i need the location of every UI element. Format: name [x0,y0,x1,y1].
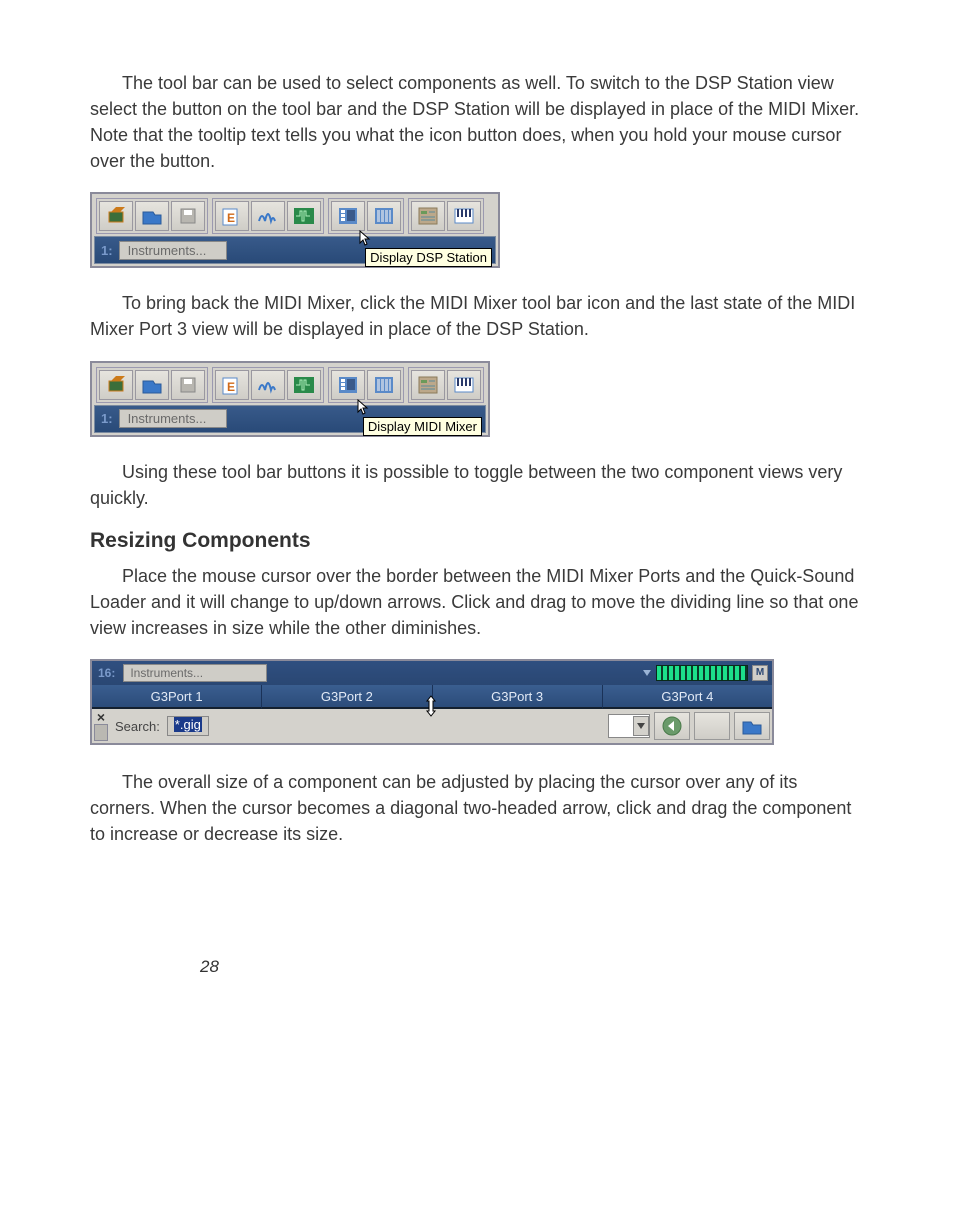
svg-text:E: E [227,380,235,394]
heading-resizing: Resizing Components [90,529,864,553]
tb-btn-editor[interactable]: E [215,201,249,231]
tb-btn-piano[interactable] [447,370,481,400]
tab-g3port2-label: G3Port 2 [321,689,373,704]
status-field[interactable]: Instruments... [119,241,227,260]
tab-g3port3[interactable]: G3Port 3 [433,685,603,709]
cursor-icon [357,399,369,417]
level-meter [656,665,748,681]
paragraph-5: The overall size of a component can be a… [90,769,864,847]
tb-btn-midi-mixer[interactable] [331,201,365,231]
paragraph-4: Place the mouse cursor over the border b… [90,563,864,641]
paragraph-3: Using these tool bar buttons it is possi… [90,459,864,511]
tooltip-dsp: Display DSP Station [365,248,492,267]
folder-button[interactable] [734,712,770,740]
tb-btn-save[interactable] [171,370,205,400]
mute-button[interactable]: M [752,665,768,681]
port-field[interactable]: Instruments... [123,664,267,682]
paragraph-2: To bring back the MIDI Mixer, click the … [90,290,864,342]
back-button[interactable] [654,712,690,740]
tb-btn-playlist[interactable] [411,201,445,231]
close-button[interactable]: × [94,711,108,724]
tab-g3port2[interactable]: G3Port 2 [262,685,432,709]
status-number: 1: [95,411,119,426]
dropdown-icon[interactable] [642,668,652,678]
tb-btn-signal[interactable] [287,370,321,400]
status-number: 1: [95,243,119,258]
tb-btn-open[interactable] [135,201,169,231]
search-label: Search: [112,719,163,734]
svg-text:E: E [227,211,235,225]
filter-combo[interactable] [608,714,650,738]
chevron-down-icon [637,723,645,729]
tb-btn-save[interactable] [171,201,205,231]
tb-btn-playlist[interactable] [411,370,445,400]
tb-btn-dsp-station[interactable] [367,370,401,400]
tb-btn-wave[interactable] [251,370,285,400]
tb-btn-wave[interactable] [251,201,285,231]
tab-g3port1[interactable]: G3Port 1 [92,685,262,709]
tb-btn-dsp-station[interactable] [367,201,401,231]
figure-ports: 16: Instruments... M G3Port 1 G3Port 2 G… [90,659,774,745]
blank-button[interactable] [694,712,730,740]
tab-g3port4[interactable]: G3Port 4 [603,685,772,709]
tb-btn-open[interactable] [135,370,169,400]
page-number: 28 [200,957,864,977]
status-field[interactable]: Instruments... [119,409,227,428]
port-number: 16: [94,666,119,680]
tb-btn-signal[interactable] [287,201,321,231]
tooltip-midi: Display MIDI Mixer [363,417,482,436]
side-panel-toggle[interactable] [94,724,108,741]
tb-btn-gigasampler[interactable] [99,201,133,231]
figure-toolbar-midi: E [90,361,864,437]
tb-btn-gigasampler[interactable] [99,370,133,400]
tb-btn-midi-mixer[interactable] [331,370,365,400]
tb-btn-piano[interactable] [447,201,481,231]
paragraph-1: The tool bar can be used to select compo… [90,70,864,174]
figure-toolbar-dsp: E [90,192,864,268]
cursor-icon [359,230,371,248]
search-input[interactable]: *.gig [167,716,209,736]
tb-btn-editor[interactable]: E [215,370,249,400]
